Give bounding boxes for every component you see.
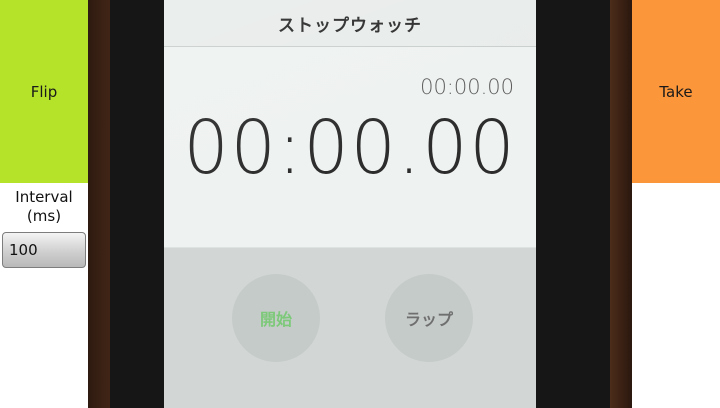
phone-body: ストップウォッチ 00:00.00 00:00.00 開始 ラップ: [110, 0, 610, 408]
stopwatch-title: ストップウォッチ: [278, 15, 422, 36]
interval-label-line1: Interval: [15, 188, 73, 206]
lap-time-display: 00:00.00: [420, 75, 514, 99]
take-button[interactable]: Take: [632, 0, 720, 183]
interval-label-line2: (ms): [26, 207, 62, 225]
camera-preview: ストップウォッチ 00:00.00 00:00.00 開始 ラップ: [88, 0, 632, 408]
interval-input[interactable]: [2, 232, 86, 268]
interval-label: Interval (ms): [0, 188, 88, 226]
stopwatch-nav-bar: ストップウォッチ: [164, 0, 536, 47]
stopwatch-start-button: 開始: [232, 274, 320, 362]
stopwatch-lap-button: ラップ: [385, 274, 473, 362]
flip-button[interactable]: Flip: [0, 0, 88, 183]
phone-screen: ストップウォッチ 00:00.00 00:00.00 開始 ラップ: [164, 0, 536, 408]
stopwatch-buttons-panel: 開始 ラップ: [164, 248, 536, 408]
main-time-display: 00:00.00: [183, 105, 517, 191]
time-panel: 00:00.00 00:00.00: [164, 47, 536, 247]
